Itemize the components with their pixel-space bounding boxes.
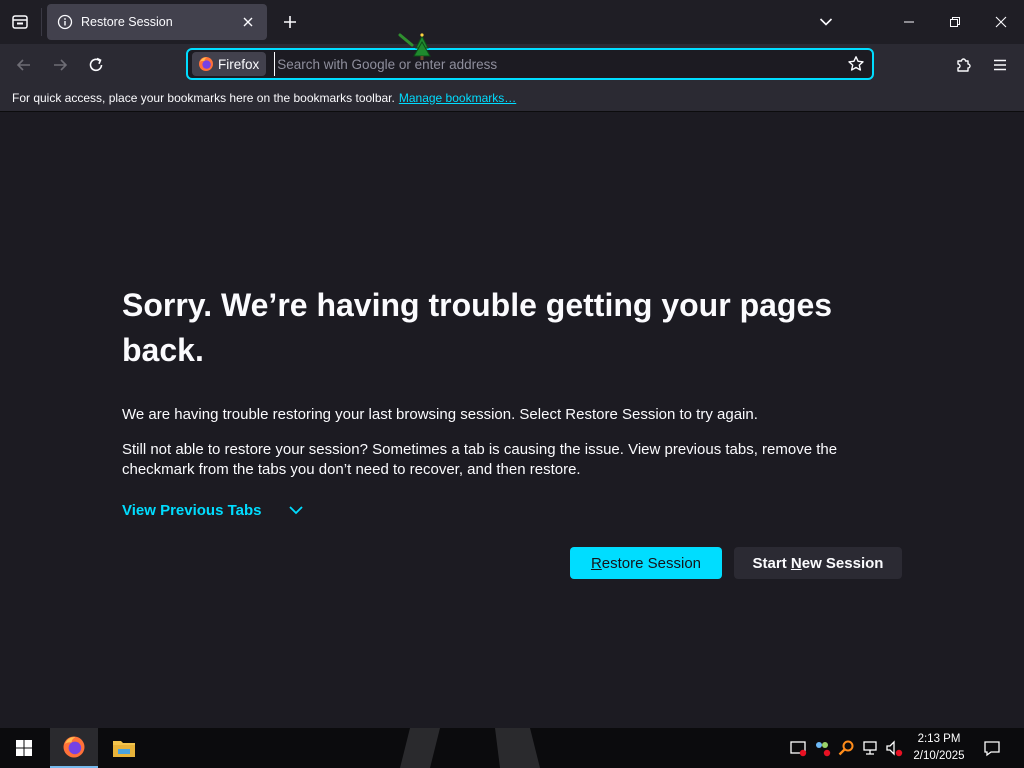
minimize-button[interactable] (886, 0, 932, 44)
url-bar[interactable]: Firefox (186, 48, 874, 80)
new-tab-button[interactable] (276, 8, 304, 36)
address-input[interactable] (274, 52, 842, 76)
start-button[interactable] (0, 728, 48, 768)
windows-logo-icon (16, 740, 32, 756)
info-icon (57, 14, 73, 30)
manage-bookmarks-link[interactable]: Manage bookmarks… (399, 91, 516, 105)
volume-muted-icon (886, 740, 903, 757)
start-new-session-mnemonic: N (790, 554, 802, 572)
close-icon (995, 16, 1007, 28)
tab-close-button[interactable] (239, 13, 257, 31)
tray-search-icon[interactable] (836, 738, 856, 758)
mouse-cursor-icon (398, 33, 431, 60)
tray-security-icon[interactable] (788, 738, 808, 758)
view-previous-tabs-label: View Previous Tabs (122, 501, 262, 519)
restore-window-button[interactable] (932, 0, 978, 44)
chevron-down-icon (819, 18, 833, 26)
firefox-view-button[interactable] (0, 4, 40, 40)
list-all-tabs-button[interactable] (812, 8, 840, 36)
error-message-primary: We are having trouble restoring your las… (122, 406, 758, 423)
star-icon (848, 56, 864, 71)
taskbar-file-explorer[interactable] (100, 728, 148, 768)
page-title: Sorry. We’re having trouble getting your… (122, 287, 833, 368)
wallpaper-fragment (400, 728, 540, 768)
taskbar-clock[interactable]: 2:13 PM 2/10/2025 (904, 731, 974, 765)
identity-box[interactable]: Firefox (192, 52, 267, 76)
clock-time: 2:13 PM (917, 733, 961, 745)
restore-session-label: estore Session (601, 554, 702, 572)
taskbar-firefox[interactable] (50, 728, 98, 768)
notification-icon (984, 741, 1000, 757)
taskbar: 2:13 PM 2/10/2025 (0, 728, 1024, 768)
tab-title: Restore Session (81, 15, 173, 29)
tray-people-icon[interactable] (812, 738, 832, 758)
error-message-secondary: Still not able to restore your session? … (122, 441, 838, 478)
tray-volume-icon[interactable] (884, 738, 904, 758)
action-center-button[interactable] (976, 728, 1008, 768)
start-new-session-label-before: Start (752, 554, 791, 572)
restore-session-button[interactable]: Restore Session (570, 547, 722, 579)
plus-icon (284, 16, 296, 28)
search-icon (838, 740, 854, 756)
view-previous-tabs-toggle[interactable]: View Previous Tabs (122, 499, 304, 521)
hamburger-menu-icon (994, 59, 1006, 71)
firefox-logo-icon (63, 736, 85, 758)
page-content: Sorry. We’re having trouble getting your… (0, 113, 1024, 728)
tray-network-icon[interactable] (860, 738, 880, 758)
close-window-button[interactable] (978, 0, 1024, 44)
network-icon (863, 741, 877, 755)
forward-button[interactable] (45, 50, 75, 80)
extensions-button[interactable] (949, 50, 979, 80)
tab-separator (41, 8, 42, 36)
back-arrow-icon (16, 59, 30, 71)
title-bar: Restore Session (0, 0, 1024, 44)
restore-session-mnemonic: R (590, 554, 602, 572)
navigation-toolbar: Firefox (0, 44, 1024, 84)
reload-button[interactable] (81, 50, 111, 80)
close-icon (243, 17, 253, 27)
minimize-icon (904, 21, 914, 23)
reload-icon (89, 57, 103, 72)
restore-window-icon (950, 17, 960, 27)
start-new-session-button[interactable]: Start New Session (734, 547, 902, 579)
forward-arrow-icon (54, 59, 68, 71)
folder-icon (113, 741, 135, 757)
people-icon (816, 742, 831, 757)
start-new-session-label-after: ew Session (801, 554, 884, 572)
firefox-logo-icon (199, 57, 213, 71)
bookmark-page-button[interactable] (842, 50, 870, 78)
back-button[interactable] (9, 50, 39, 80)
tab-restore-session[interactable]: Restore Session (47, 4, 267, 40)
bookmarks-empty-message: For quick access, place your bookmarks h… (12, 90, 395, 105)
puzzle-icon (957, 58, 971, 72)
chevron-down-icon (288, 506, 303, 515)
identity-label: Firefox (218, 56, 260, 72)
clock-date: 2/10/2025 (913, 750, 965, 762)
app-menu-button[interactable] (985, 50, 1015, 80)
bookmarks-toolbar: For quick access, place your bookmarks h… (0, 84, 1024, 112)
firefox-view-icon (12, 15, 28, 29)
shield-warning-icon (790, 741, 807, 757)
